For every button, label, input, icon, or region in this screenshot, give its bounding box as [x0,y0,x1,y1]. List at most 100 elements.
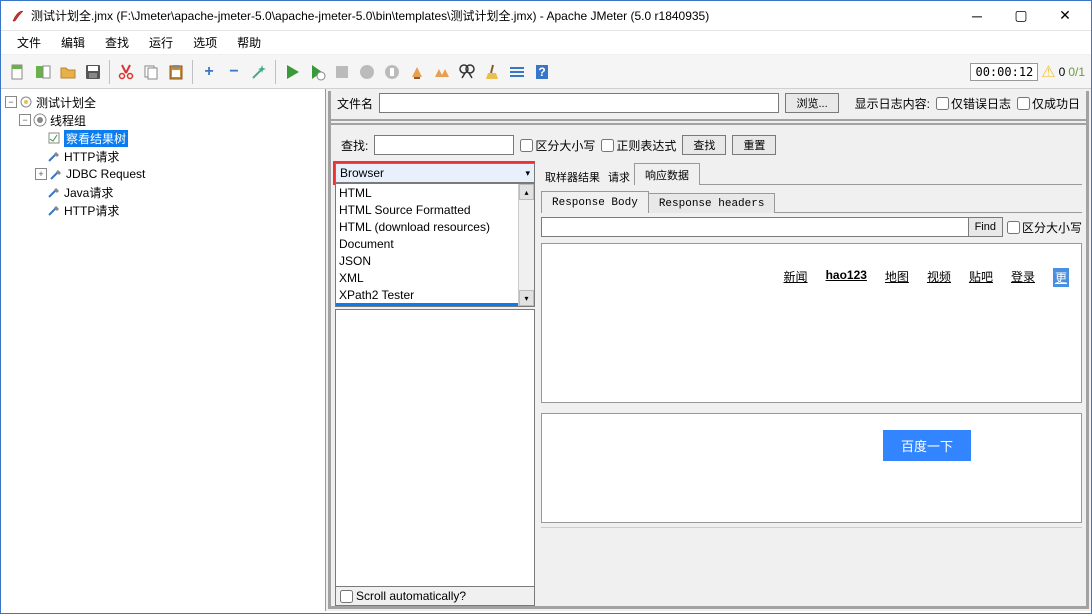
nav-link[interactable]: 新闻 [784,268,808,287]
browse-button[interactable]: 浏览... [785,93,838,113]
find-row: Find 区分大小写 [541,217,1082,237]
tab-response[interactable]: 响应数据 [634,163,700,185]
open-icon[interactable] [57,61,79,83]
nav-more[interactable]: 更 [1053,268,1069,287]
list-item[interactable]: HTML (download resources) [336,218,534,235]
results-list[interactable] [335,309,535,587]
regex-checkbox[interactable]: 正则表达式 [601,137,676,154]
only-errors-checkbox[interactable]: 仅错误日志 [936,95,1011,112]
list-item[interactable]: HTML [336,184,534,201]
menubar: 文件 编辑 查找 运行 选项 帮助 [1,31,1091,55]
find-btn[interactable]: Find [969,217,1003,237]
sampler-icon [47,149,61,163]
list-item[interactable]: XML [336,269,534,286]
cut-icon[interactable] [115,61,137,83]
toolbar: + − ? 00:00:12 ⚠ 0 0/1 [1,55,1091,89]
sub-tabs: Response Body Response headers [541,189,1082,213]
scroll-up-icon[interactable]: ▴ [519,184,534,200]
menu-options[interactable]: 选项 [185,32,225,53]
search-icon[interactable] [456,61,478,83]
file-input[interactable] [379,93,779,113]
svg-text:?: ? [538,65,545,79]
nav-link[interactable]: 地图 [885,268,909,287]
scroll-auto-checkbox[interactable]: Scroll automatically? [335,587,535,606]
list-item[interactable]: Document [336,235,534,252]
list-item-selected[interactable]: Browser [336,303,534,307]
left-column: Browser ▾ HTML HTML Source Formatted HTM… [331,161,535,606]
list-item[interactable]: JSON [336,252,534,269]
thread-count: 0/1 [1068,65,1085,79]
search-input[interactable] [374,135,514,155]
tree-item-jdbc[interactable]: + JDBC Request [3,165,323,183]
clear-icon[interactable] [406,61,428,83]
tree-group[interactable]: − 线程组 [3,111,323,129]
wand-icon[interactable] [248,61,270,83]
find-case-checkbox[interactable]: 区分大小写 [1007,217,1082,237]
list-item[interactable]: XPath2 Tester [336,286,534,303]
shutdown-icon[interactable] [356,61,378,83]
menu-file[interactable]: 文件 [9,32,49,53]
copy-icon[interactable] [140,61,162,83]
minimize-button[interactable]: ─ [955,2,999,30]
tree-item-results[interactable]: 察看结果树 [3,129,323,147]
find-button[interactable]: 查找 [682,135,726,155]
remove-icon[interactable]: − [223,61,245,83]
function-icon[interactable] [506,61,528,83]
menu-run[interactable]: 运行 [141,32,181,53]
menu-find[interactable]: 查找 [97,32,137,53]
tab-body[interactable]: Response Body [541,191,649,213]
tab-request[interactable]: 请求 [604,169,634,185]
expand-icon[interactable]: + [35,168,47,180]
tab-headers[interactable]: Response headers [648,193,776,213]
template-icon[interactable] [32,61,54,83]
stop-icon[interactable] [331,61,353,83]
renderer-dropdown[interactable]: Browser ▾ [335,163,535,183]
results-icon [47,131,61,145]
nav-links: 新闻 hao123 地图 视频 贴吧 登录 更 [542,264,1081,287]
renderer-listbox[interactable]: HTML HTML Source Formatted HTML (downloa… [335,183,535,307]
close-button[interactable]: ✕ [1043,2,1087,30]
stop2-icon[interactable] [381,61,403,83]
broom-icon[interactable] [481,61,503,83]
nav-link[interactable]: hao123 [826,268,867,287]
scrollbar[interactable]: ▴ ▾ [518,184,534,306]
expand-icon[interactable]: − [19,114,31,126]
tree-item-label: JDBC Request [66,167,145,181]
baidu-search-button[interactable]: 百度一下 [883,430,971,461]
search-label: 查找: [341,137,368,154]
tree-item-java[interactable]: Java请求 [3,183,323,201]
tree-item-http[interactable]: HTTP请求 [3,147,323,165]
file-row: 文件名 浏览... 显示日志内容: 仅错误日志 仅成功日 [331,91,1086,115]
tree-item-label: HTTP请求 [64,202,119,219]
nav-link[interactable]: 视频 [927,268,951,287]
warning-icon[interactable]: ⚠ [1041,62,1055,82]
maximize-button[interactable]: ▢ [999,2,1043,30]
tree-group-label: 线程组 [50,112,86,129]
menu-help[interactable]: 帮助 [229,32,269,53]
expand-icon[interactable]: − [5,96,17,108]
divider [331,119,1086,125]
start-notimers-icon[interactable] [306,61,328,83]
paste-icon[interactable] [165,61,187,83]
scroll-down-icon[interactable]: ▾ [519,290,534,306]
add-icon[interactable]: + [198,61,220,83]
clearall-icon[interactable] [431,61,453,83]
tab-sampler[interactable]: 取样器结果 [541,169,604,185]
only-success-checkbox[interactable]: 仅成功日 [1017,95,1080,112]
nav-link[interactable]: 登录 [1011,268,1035,287]
tree-item-http2[interactable]: HTTP请求 [3,201,323,219]
sampler-icon [47,185,61,199]
start-icon[interactable] [281,61,303,83]
menu-edit[interactable]: 编辑 [53,32,93,53]
list-item[interactable]: HTML Source Formatted [336,201,534,218]
new-icon[interactable] [7,61,29,83]
reset-button[interactable]: 重置 [732,135,776,155]
case-checkbox[interactable]: 区分大小写 [520,137,595,154]
help-icon[interactable]: ? [531,61,553,83]
find-input[interactable] [541,217,969,237]
h-scrollbar[interactable] [541,527,1082,543]
tree-root[interactable]: − 测试计划全 [3,93,323,111]
tree-panel: − 测试计划全 − 线程组 察看结果树 HTTP请求 + JDBC Reques… [1,89,326,611]
save-icon[interactable] [82,61,104,83]
nav-link[interactable]: 贴吧 [969,268,993,287]
